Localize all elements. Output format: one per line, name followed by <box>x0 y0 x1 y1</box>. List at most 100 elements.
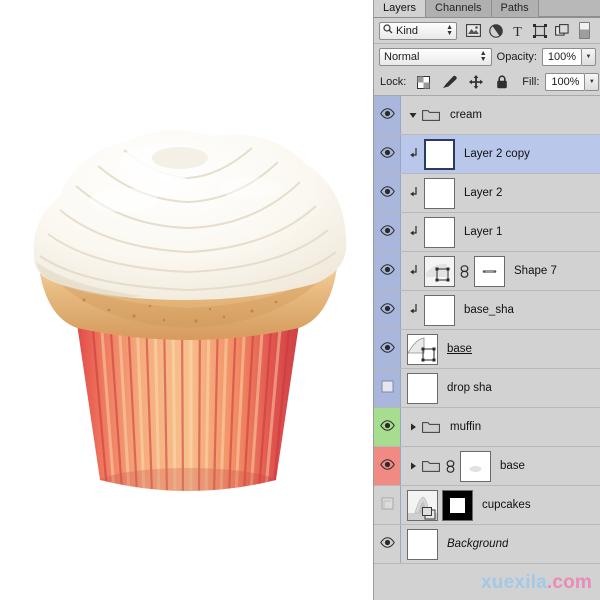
layer-visibility-toggle[interactable] <box>374 486 401 524</box>
layer-visibility-toggle[interactable] <box>374 252 401 290</box>
tab-layers[interactable]: Layers <box>374 0 427 17</box>
shape-layer-filter-icon[interactable] <box>531 22 548 39</box>
group-disclosure-triangle[interactable] <box>407 111 418 119</box>
layer-thumbnail[interactable] <box>424 138 455 170</box>
filter-kind-label: Kind <box>396 24 419 37</box>
layer-row-layer-1[interactable]: Layer 1 <box>374 213 600 252</box>
eye-off-icon <box>381 497 394 513</box>
folder-icon <box>422 420 441 434</box>
fill-control[interactable]: 100% ▼ <box>545 73 600 91</box>
layer-thumbnail[interactable] <box>407 372 438 404</box>
layer-visibility-toggle[interactable] <box>374 96 401 134</box>
opacity-dropdown-arrow[interactable]: ▼ <box>582 47 596 66</box>
fill-dropdown-arrow[interactable]: ▼ <box>585 73 600 91</box>
site-watermark: xuexila.com <box>481 572 592 594</box>
filter-toggle-switch[interactable] <box>579 22 590 39</box>
clipping-mask-icon <box>407 265 420 277</box>
layer-thumbnail[interactable] <box>424 255 455 287</box>
layer-name[interactable]: base_sha <box>464 304 514 316</box>
layer-visibility-toggle[interactable] <box>374 369 401 407</box>
layer-name[interactable]: Shape 7 <box>514 265 557 277</box>
layer-row-content: cupcakes <box>401 486 600 524</box>
lock-transparent-pixels-icon[interactable] <box>415 74 432 91</box>
layer-row-content: muffin <box>401 408 600 446</box>
layer-visibility-toggle[interactable] <box>374 330 401 368</box>
folder-icon <box>422 459 441 473</box>
layer-row-cupcakes[interactable]: cupcakes <box>374 486 600 525</box>
layer-row-cream[interactable]: cream <box>374 96 600 135</box>
lock-icon-group <box>415 74 510 91</box>
layer-name[interactable]: cupcakes <box>482 499 531 511</box>
layer-row-content: Shape 7 <box>401 252 600 290</box>
layer-row-layer-2-copy[interactable]: Layer 2 copy <box>374 135 600 174</box>
lock-position-icon[interactable] <box>467 74 484 91</box>
layer-visibility-toggle[interactable] <box>374 291 401 329</box>
layer-thumbnail[interactable] <box>424 216 455 248</box>
smart-object-filter-icon[interactable] <box>553 22 570 39</box>
layer-thumbnail[interactable] <box>424 177 455 209</box>
link-icon[interactable] <box>459 264 470 278</box>
layer-row-muffin[interactable]: muffin <box>374 408 600 447</box>
lock-label: Lock: <box>380 76 407 88</box>
layer-name[interactable]: base <box>447 343 472 355</box>
layer-row-content: Background <box>401 525 600 563</box>
tab-paths[interactable]: Paths <box>491 0 539 17</box>
layer-row-shape-7[interactable]: Shape 7 <box>374 252 600 291</box>
layer-row-content: Layer 2 copy <box>401 135 600 173</box>
layer-visibility-toggle[interactable] <box>374 135 401 173</box>
layer-row-base[interactable]: base <box>374 447 600 486</box>
layer-thumbnail[interactable] <box>407 528 438 560</box>
layer-row-drop-sha[interactable]: drop sha <box>374 369 600 408</box>
layer-row-content: cream <box>401 96 600 134</box>
opacity-control[interactable]: 100% ▼ <box>542 47 596 66</box>
type-layer-filter-icon[interactable]: T <box>509 22 526 39</box>
vector-mask-thumbnail[interactable] <box>474 255 505 287</box>
layer-row-base-sha[interactable]: base_sha <box>374 291 600 330</box>
opacity-input[interactable]: 100% <box>542 47 582 66</box>
watermark-part2: .com <box>546 572 592 593</box>
clipping-mask-icon <box>407 148 420 160</box>
filter-kind-dropdown[interactable]: Kind ▲ ▼ <box>379 21 457 40</box>
fill-input[interactable]: 100% <box>545 73 586 91</box>
layer-visibility-toggle[interactable] <box>374 174 401 212</box>
layer-row-content: drop sha <box>401 369 600 407</box>
layers-panel: Layers Channels Paths Kind ▲ ▼ T Normal … <box>373 0 600 600</box>
layer-visibility-toggle[interactable] <box>374 408 401 446</box>
layer-visibility-toggle[interactable] <box>374 525 401 563</box>
chevron-updown-icon[interactable]: ▲ ▼ <box>446 24 453 37</box>
layer-name[interactable]: Layer 2 copy <box>464 148 530 160</box>
layer-name[interactable]: base <box>500 460 525 472</box>
eye-icon <box>379 342 395 356</box>
group-disclosure-triangle[interactable] <box>407 462 418 470</box>
layer-list[interactable]: cream Layer 2 copy Layer 2 Layer 1 Shape 7 ba… <box>374 96 600 600</box>
layer-row-base[interactable]: base <box>374 330 600 369</box>
layer-name[interactable]: Background <box>447 538 508 550</box>
lock-image-pixels-icon[interactable] <box>441 74 458 91</box>
layer-name[interactable]: cream <box>450 109 482 121</box>
layer-row-content: base <box>401 330 600 368</box>
layer-mask-thumbnail[interactable] <box>460 450 491 482</box>
chevron-updown-icon[interactable]: ▲ ▼ <box>480 50 487 63</box>
layer-name[interactable]: Layer 1 <box>464 226 502 238</box>
document-canvas[interactable] <box>0 0 373 600</box>
layer-mask-thumbnail[interactable] <box>442 489 473 521</box>
pixel-layer-filter-icon[interactable] <box>465 22 482 39</box>
layer-row-content: Layer 1 <box>401 213 600 251</box>
tab-channels[interactable]: Channels <box>426 0 492 17</box>
layer-name[interactable]: muffin <box>450 421 481 433</box>
layer-visibility-toggle[interactable] <box>374 447 401 485</box>
layer-name[interactable]: drop sha <box>447 382 492 394</box>
layer-name[interactable]: Layer 2 <box>464 187 502 199</box>
blend-mode-dropdown[interactable]: Normal ▲ ▼ <box>379 47 492 66</box>
layer-visibility-toggle[interactable] <box>374 213 401 251</box>
clipping-mask-icon <box>407 187 420 199</box>
link-icon[interactable] <box>445 459 456 473</box>
layer-row-layer-2[interactable]: Layer 2 <box>374 174 600 213</box>
lock-all-icon[interactable] <box>493 74 510 91</box>
layer-thumbnail[interactable] <box>407 333 438 365</box>
layer-row-background[interactable]: Background <box>374 525 600 564</box>
layer-thumbnail[interactable] <box>407 489 438 521</box>
adjustment-layer-filter-icon[interactable] <box>487 22 504 39</box>
layer-thumbnail[interactable] <box>424 294 455 326</box>
group-disclosure-triangle[interactable] <box>407 423 418 431</box>
